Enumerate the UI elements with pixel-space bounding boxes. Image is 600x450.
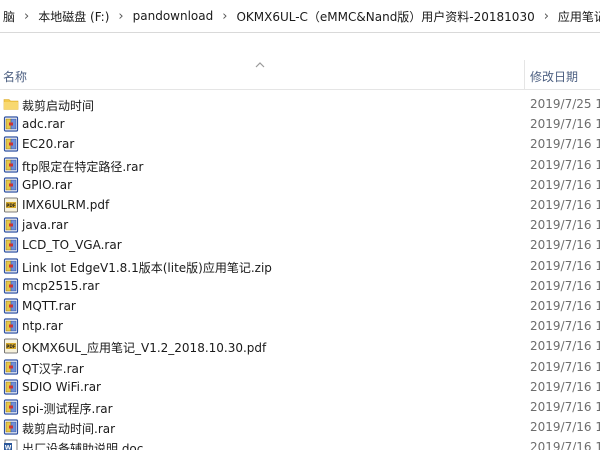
svg-text:PDF: PDF <box>6 344 16 349</box>
file-row[interactable]: SDIO WiFi.rar 2019/7/16 11 <box>0 377 600 397</box>
file-row[interactable]: MQTT.rar 2019/7/16 11 <box>0 296 600 316</box>
column-header: 名称 修改日期 <box>0 60 600 90</box>
file-modified-date: 2019/7/16 11 <box>530 258 600 273</box>
file-modified-date: 2019/7/16 11 <box>530 117 600 132</box>
breadcrumb-item[interactable]: 本地磁盘 (F:) <box>35 8 112 25</box>
file-name: java.rar <box>22 218 69 233</box>
file-name: MQTT.rar <box>22 299 76 313</box>
breadcrumb-item[interactable]: OKMX6UL-C（eMMC&Nand版）用户资料-20181030 <box>233 8 537 25</box>
file-name: QT汉字.rar <box>22 361 84 376</box>
file-row[interactable]: EC20.rar 2019/7/16 11 <box>0 134 600 154</box>
rar-icon <box>3 237 19 253</box>
file-modified-date: 2019/7/16 11 <box>530 278 600 293</box>
rar-icon <box>3 177 19 193</box>
rar-icon <box>3 399 19 415</box>
pdf-icon: PDF <box>4 197 18 213</box>
file-row[interactable]: java.rar 2019/7/16 11 <box>0 215 600 235</box>
file-row[interactable]: 裁剪启动时间.rar 2019/7/16 11 <box>0 417 600 437</box>
file-modified-date: 2019/7/16 11 <box>530 157 600 172</box>
file-row[interactable]: spi-测试程序.rar 2019/7/16 11 <box>0 397 600 417</box>
file-name: 裁剪启动时间.rar <box>22 422 116 437</box>
rar-icon <box>3 116 19 132</box>
breadcrumb-separator-icon[interactable]: › <box>112 9 129 24</box>
file-name: spi-测试程序.rar <box>22 402 113 416</box>
file-modified-date: 2019/7/25 14 <box>530 97 600 111</box>
file-name: EC20.rar <box>22 137 75 152</box>
rar-icon <box>3 278 19 294</box>
file-modified-date: 2019/7/16 11 <box>530 218 600 233</box>
file-row[interactable]: GPIO.rar 2019/7/16 11 <box>0 175 600 195</box>
file-name: adc.rar <box>22 117 65 132</box>
rar-icon <box>3 318 19 334</box>
rar-icon <box>3 419 19 435</box>
file-name: ntp.rar <box>22 319 63 334</box>
file-row[interactable]: PDF OKMX6UL_应用笔记_V1.2_2018.10.30.pdf 2019/… <box>0 336 600 356</box>
address-bar[interactable]: 脑 › 本地磁盘 (F:) › pandownload › OKMX6UL-C（eMMC&N… <box>0 0 600 33</box>
file-name: SDIO WiFi.rar <box>22 379 101 394</box>
breadcrumb-item[interactable]: 脑 <box>0 8 18 25</box>
file-modified-date: 2019/7/16 11 <box>530 177 600 192</box>
rar-icon <box>3 217 19 233</box>
file-row[interactable]: PDF IMX6ULRM.pdf 2019/7/16 11 <box>0 195 600 215</box>
file-row[interactable]: ftp限定在特定路径.rar 2019/7/16 11 <box>0 155 600 175</box>
file-modified-date: 2019/7/16 11 <box>530 400 600 414</box>
file-name: mcp2515.rar <box>22 278 100 293</box>
breadcrumb-item[interactable]: pandownload <box>130 9 217 23</box>
pdf-icon: PDF <box>4 338 18 354</box>
file-name: Link Iot EdgeV1.8.1版本(lite版)应用笔记.zip <box>22 260 272 275</box>
file-modified-date: 2019/7/16 11 <box>530 137 600 152</box>
svg-text:W: W <box>5 445 12 450</box>
file-row[interactable]: Link Iot EdgeV1.8.1版本(lite版)应用笔记.zip 2019… <box>0 256 600 276</box>
file-modified-date: 2019/7/16 11 <box>530 420 600 435</box>
column-divider[interactable] <box>524 60 525 90</box>
rar-icon <box>3 298 19 314</box>
file-row[interactable]: mcp2515.rar 2019/7/16 11 <box>0 276 600 296</box>
rar-icon <box>3 136 19 152</box>
file-modified-date: 2019/7/16 11 <box>530 299 600 313</box>
file-modified-date: 2019/7/16 11 <box>530 319 600 334</box>
breadcrumb-item[interactable]: 应用笔记 <box>555 8 600 25</box>
doc-icon: W <box>4 439 18 450</box>
file-row[interactable]: QT汉字.rar 2019/7/16 11 <box>0 357 600 377</box>
file-row[interactable]: adc.rar 2019/7/16 11 <box>0 114 600 134</box>
file-name: LCD_TO_VGA.rar <box>22 238 122 253</box>
column-name-header[interactable]: 名称 <box>3 68 27 85</box>
zip-icon <box>3 257 19 274</box>
file-name: GPIO.rar <box>22 177 73 192</box>
file-modified-date: 2019/7/16 11 <box>530 359 600 374</box>
file-modified-date: 2019/7/16 11 <box>530 198 600 212</box>
svg-text:PDF: PDF <box>6 203 16 208</box>
file-row[interactable]: 裁剪启动时间 2019/7/25 14 <box>0 94 600 114</box>
file-list: 裁剪启动时间2019/7/25 14adc.rar2019/7/16 11EC2… <box>0 94 600 450</box>
file-row[interactable]: LCD_TO_VGA.rar 2019/7/16 11 <box>0 235 600 255</box>
column-modified-header[interactable]: 修改日期 <box>530 68 578 85</box>
file-row[interactable]: ntp.rar 2019/7/16 11 <box>0 316 600 336</box>
file-name: 出厂设备辅助说明.doc <box>22 442 144 450</box>
file-name: OKMX6UL_应用笔记_V1.2_2018.10.30.pdf <box>22 341 267 356</box>
file-name: IMX6ULRM.pdf <box>22 198 110 212</box>
rar-icon <box>3 358 19 375</box>
file-modified-date: 2019/7/16 11 <box>530 379 600 394</box>
file-name: ftp限定在特定路径.rar <box>22 159 144 174</box>
folder-icon <box>3 99 19 110</box>
breadcrumb-separator-icon[interactable]: › <box>216 9 233 24</box>
file-row[interactable]: W 出厂设备辅助说明.doc 2019/7/16 11 <box>0 437 600 450</box>
file-modified-date: 2019/7/16 11 <box>530 238 600 253</box>
file-modified-date: 2019/7/16 11 <box>530 440 600 450</box>
file-modified-date: 2019/7/16 11 <box>530 339 600 354</box>
breadcrumb-separator-icon[interactable]: › <box>18 9 35 24</box>
breadcrumb-separator-icon[interactable]: › <box>538 9 555 24</box>
rar-icon <box>3 156 19 173</box>
rar-icon <box>3 379 19 395</box>
file-name: 裁剪启动时间 <box>22 99 95 113</box>
